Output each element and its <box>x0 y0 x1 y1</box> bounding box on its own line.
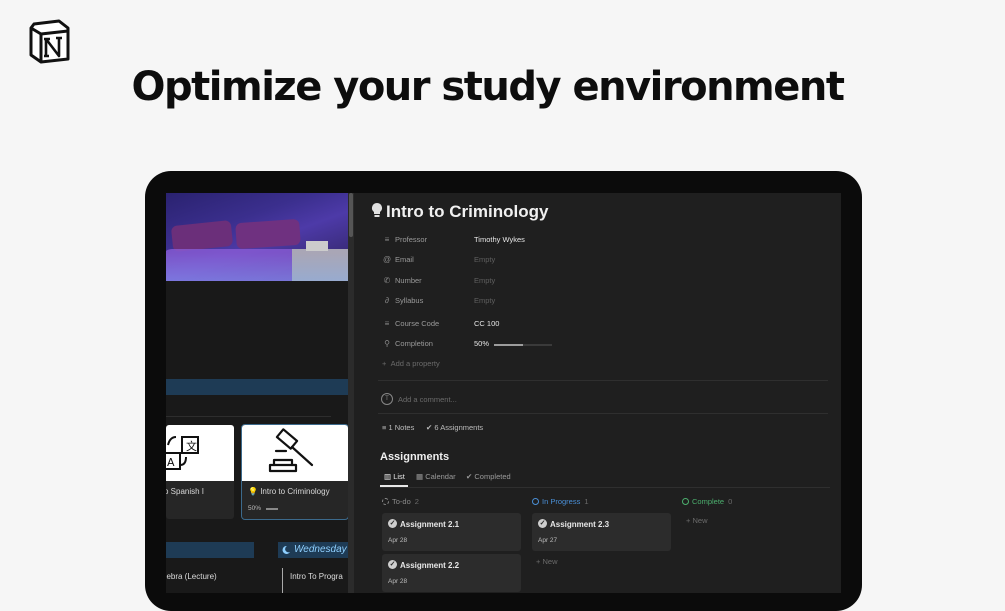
avatar: T <box>381 393 393 405</box>
new-item-button[interactable]: + New <box>686 516 708 525</box>
notion-logo <box>29 19 70 64</box>
assignment-card[interactable]: ✓ Assignment 2.1 Apr 28 <box>382 513 521 551</box>
headline: Optimize your study environment <box>131 64 845 110</box>
column-complete[interactable]: Complete 0 <box>682 497 732 506</box>
moon-icon <box>282 545 290 554</box>
column-todo[interactable]: To-do 2 <box>382 497 419 506</box>
calendar-banner <box>166 542 254 558</box>
assignments-relation[interactable]: ✔ 6 Assignments <box>426 423 483 432</box>
cover-image <box>166 193 348 281</box>
list-view-icon: ▥ <box>384 472 392 481</box>
property-value[interactable]: Timothy Wykes <box>474 235 525 244</box>
property-value[interactable]: CC 100 <box>474 319 499 328</box>
property-value[interactable]: Empty <box>474 255 495 264</box>
gavel-icon <box>242 425 348 481</box>
tab-calendar[interactable]: ▦ Calendar <box>416 472 456 481</box>
check-circle-icon: ✓ <box>388 519 397 528</box>
page-title[interactable]: Intro to Criminology <box>386 202 548 222</box>
svg-text:文: 文 <box>186 439 197 453</box>
lecture-item[interactable]: gebra (Lecture) <box>166 572 217 581</box>
check-circle-icon: ✓ <box>538 519 547 528</box>
bulb-icon <box>372 203 382 217</box>
section-banner <box>166 379 348 395</box>
list-icon: ≡ <box>384 319 390 328</box>
bulb-icon: 💡 <box>248 487 258 496</box>
property-value[interactable]: Empty <box>474 276 495 285</box>
check-circle-icon: ✔ <box>426 423 433 432</box>
check-circle-icon: ✔ <box>466 472 473 481</box>
scrollbar-thumb[interactable] <box>349 193 353 237</box>
assignment-card[interactable]: ✓ Assignment 2.3 Apr 27 <box>532 513 671 551</box>
property-syllabus[interactable]: ∂ Syllabus Empty <box>382 294 822 308</box>
column-in-progress[interactable]: In Progress 1 <box>532 497 589 506</box>
paperclip-icon: ∂ <box>385 296 389 305</box>
assignment-card[interactable]: ✓ Assignment 2.2 Apr 28 <box>382 554 521 592</box>
card-title: 💡 Intro to Criminology <box>248 487 330 496</box>
property-completion[interactable]: ⚲ Completion 50% <box>382 337 822 351</box>
check-circle-icon: ✓ <box>388 560 397 569</box>
lecture-item[interactable]: Intro To Progra <box>290 572 343 581</box>
list-icon: ≡ <box>384 235 390 244</box>
property-professor[interactable]: ≡ Professor Timothy Wykes <box>382 233 822 247</box>
property-number[interactable]: ✆ Number Empty <box>382 274 822 288</box>
app-screen: 文 A o Spanish I 💡 Intro to Criminology 5… <box>166 193 841 593</box>
comment-input[interactable]: Add a comment... <box>398 395 457 404</box>
plus-icon: + <box>536 557 541 566</box>
translate-icon: 文 A <box>166 425 234 481</box>
notes-relation[interactable]: ≡ 1 Notes <box>382 423 414 432</box>
add-property-button[interactable]: + Add a property <box>382 359 440 368</box>
calendar-icon: ▦ <box>416 472 424 481</box>
plus-icon: + <box>382 359 387 368</box>
card-progress-text: 50% <box>248 505 262 512</box>
property-email[interactable]: @ Email Empty <box>382 253 822 267</box>
new-item-button[interactable]: + New <box>536 557 558 566</box>
property-course-code[interactable]: ≡ Course Code CC 100 <box>382 317 822 331</box>
course-card-criminology[interactable]: 💡 Intro to Criminology 50% <box>241 424 348 520</box>
active-tab-indicator <box>380 485 408 487</box>
list-icon: ≡ <box>382 423 387 432</box>
dashboard-panel: 文 A o Spanish I 💡 Intro to Criminology 5… <box>166 193 348 593</box>
svg-text:A: A <box>167 456 175 469</box>
tab-completed[interactable]: ✔ Completed <box>466 472 511 481</box>
property-value[interactable]: Empty <box>474 296 495 305</box>
at-icon: @ <box>382 255 392 264</box>
course-card-spanish[interactable]: 文 A o Spanish I <box>166 425 234 519</box>
card-progress-bar <box>266 508 278 510</box>
plus-icon: + <box>686 516 691 525</box>
card-title: o Spanish I <box>166 487 205 496</box>
tab-list[interactable]: ▥ List <box>384 472 405 481</box>
page-detail: Intro to Criminology ≡ Professor Timothy… <box>354 193 841 593</box>
assignments-heading: Assignments <box>380 451 450 463</box>
completion-progress-bar <box>494 344 552 346</box>
search-icon: ⚲ <box>384 339 390 348</box>
property-value[interactable]: 50% <box>474 339 489 348</box>
wednesday-header: Wednesday <box>278 542 348 558</box>
phone-icon: ✆ <box>383 276 391 285</box>
